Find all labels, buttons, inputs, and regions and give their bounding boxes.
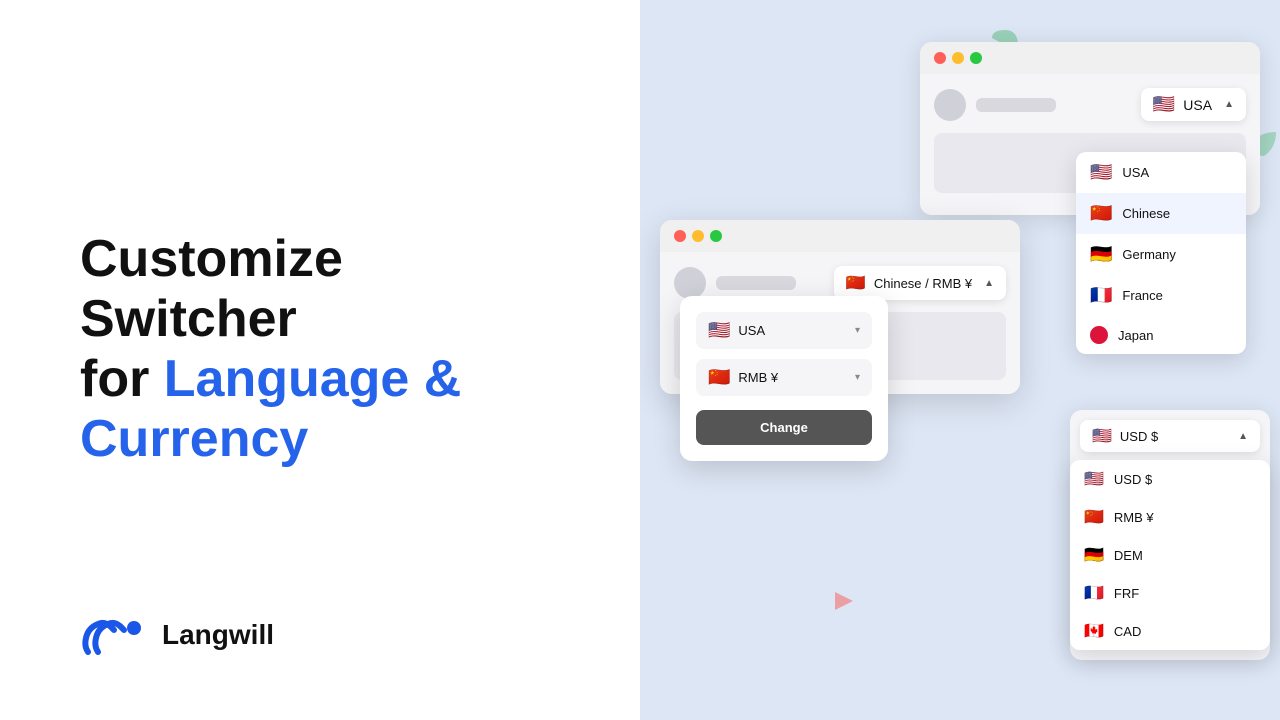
label-usa: USA [1122, 165, 1149, 180]
lang-select-row[interactable]: 🇺🇸 USA ▾ [696, 312, 872, 349]
currency-item-cad[interactable]: 🇨🇦 CAD [1070, 612, 1270, 650]
trigger-flag-2: 🇨🇳 [846, 273, 866, 293]
dropdown-item-usa[interactable]: 🇺🇸 USA [1076, 152, 1246, 193]
lang-trigger-2[interactable]: 🇨🇳 Chinese / RMB ¥ ▲ [834, 266, 1006, 300]
avatar-2 [674, 267, 706, 299]
currency-select-chevron: ▾ [855, 372, 860, 383]
headline-line3: Currency [80, 410, 308, 468]
settings-popup: 🇺🇸 USA ▾ 🇨🇳 RMB ¥ ▾ Change [680, 296, 888, 461]
label-chinese: Chinese [1122, 206, 1170, 221]
browser-window-3: 🇺🇸 USD $ ▲ 🇺🇸 USD $ 🇨🇳 RMB ¥ 🇩🇪 DEM 🇫🇷 F… [1070, 410, 1270, 660]
address-stub-2 [716, 276, 796, 290]
change-button[interactable]: Change [696, 410, 872, 445]
currency-trigger[interactable]: 🇺🇸 USD $ ▲ [1080, 420, 1260, 452]
label-rmb: RMB ¥ [1114, 510, 1154, 525]
dropdown-menu-1: 🇺🇸 USA 🇨🇳 Chinese 🇩🇪 Germany 🇫🇷 France J… [1076, 152, 1246, 354]
address-stub-1 [976, 98, 1056, 112]
address-bar-row-1: 🇺🇸 USA ▲ [934, 88, 1246, 121]
label-japan: Japan [1118, 328, 1153, 343]
left-panel: Customize Switcher for Language & Curren… [0, 0, 640, 720]
flag-frf: 🇫🇷 [1084, 583, 1104, 603]
currency-select-flag: 🇨🇳 [708, 367, 730, 388]
dot-yellow-2 [692, 230, 704, 242]
lang-select-flag: 🇺🇸 [708, 320, 730, 341]
label-dem: DEM [1114, 548, 1143, 563]
currency-dropdown: 🇺🇸 USD $ 🇨🇳 RMB ¥ 🇩🇪 DEM 🇫🇷 FRF 🇨🇦 CAD [1070, 460, 1270, 650]
flag-chinese: 🇨🇳 [1090, 203, 1112, 224]
titlebar-2 [660, 220, 1020, 252]
currency-select-label: RMB ¥ [738, 370, 847, 385]
deco-arrow-bottom [835, 592, 853, 610]
currency-item-rmb[interactable]: 🇨🇳 RMB ¥ [1070, 498, 1270, 536]
label-frf: FRF [1114, 586, 1139, 601]
label-germany: Germany [1122, 247, 1175, 262]
label-usd: USD $ [1114, 472, 1152, 487]
headline-highlight: Language & [164, 350, 462, 408]
flag-cad: 🇨🇦 [1084, 621, 1104, 641]
flag-dem: 🇩🇪 [1084, 545, 1104, 565]
dropdown-item-germany[interactable]: 🇩🇪 Germany [1076, 234, 1246, 275]
avatar-1 [934, 89, 966, 121]
logo-text: Langwill [162, 619, 274, 651]
currency-trigger-flag: 🇺🇸 [1092, 426, 1112, 446]
currency-item-frf[interactable]: 🇫🇷 FRF [1070, 574, 1270, 612]
dot-green-2 [710, 230, 722, 242]
flag-japan [1090, 326, 1108, 344]
logo-section: Langwill [80, 610, 274, 660]
currency-item-dem[interactable]: 🇩🇪 DEM [1070, 536, 1270, 574]
trigger-label-2: Chinese / RMB ¥ [874, 276, 972, 291]
langwill-logo-icon [80, 610, 148, 660]
trigger-arrow-1: ▲ [1224, 99, 1234, 110]
browser-window-1: 🇺🇸 USA ▲ 🇺🇸 USA 🇨🇳 Chinese 🇩🇪 Germany [920, 42, 1260, 215]
dropdown-item-japan[interactable]: Japan [1076, 316, 1246, 354]
dot-red-1 [934, 52, 946, 64]
currency-trigger-arrow: ▲ [1238, 431, 1248, 442]
currency-trigger-label: USD $ [1120, 429, 1230, 444]
flag-germany: 🇩🇪 [1090, 244, 1112, 265]
dropdown-item-chinese[interactable]: 🇨🇳 Chinese [1076, 193, 1246, 234]
trigger-flag-1: 🇺🇸 [1153, 94, 1175, 115]
label-cad: CAD [1114, 624, 1141, 639]
lang-trigger-1[interactable]: 🇺🇸 USA ▲ [1141, 88, 1246, 121]
trigger-arrow-2: ▲ [984, 278, 994, 289]
dropdown-item-france[interactable]: 🇫🇷 France [1076, 275, 1246, 316]
address-bar-row-2: 🇨🇳 Chinese / RMB ¥ ▲ [674, 266, 1006, 300]
flag-france: 🇫🇷 [1090, 285, 1112, 306]
dot-green-1 [970, 52, 982, 64]
right-panel: 🇺🇸 USA ▲ 🇺🇸 USA 🇨🇳 Chinese 🇩🇪 Germany [640, 0, 1280, 720]
lang-select-chevron: ▾ [855, 325, 860, 336]
lang-select-label: USA [738, 323, 847, 338]
headline-line2: for Language & [80, 350, 461, 408]
dot-red-2 [674, 230, 686, 242]
flag-rmb: 🇨🇳 [1084, 507, 1104, 527]
dot-yellow-1 [952, 52, 964, 64]
trigger-label-1: USA [1183, 97, 1212, 113]
flag-usa: 🇺🇸 [1090, 162, 1112, 183]
currency-item-usd[interactable]: 🇺🇸 USD $ [1070, 460, 1270, 498]
flag-usd: 🇺🇸 [1084, 469, 1104, 489]
headline: Customize Switcher for Language & Curren… [80, 230, 560, 469]
currency-select-row[interactable]: 🇨🇳 RMB ¥ ▾ [696, 359, 872, 396]
titlebar-1 [920, 42, 1260, 74]
headline-line1: Customize Switcher [80, 230, 343, 348]
label-france: France [1122, 288, 1162, 303]
